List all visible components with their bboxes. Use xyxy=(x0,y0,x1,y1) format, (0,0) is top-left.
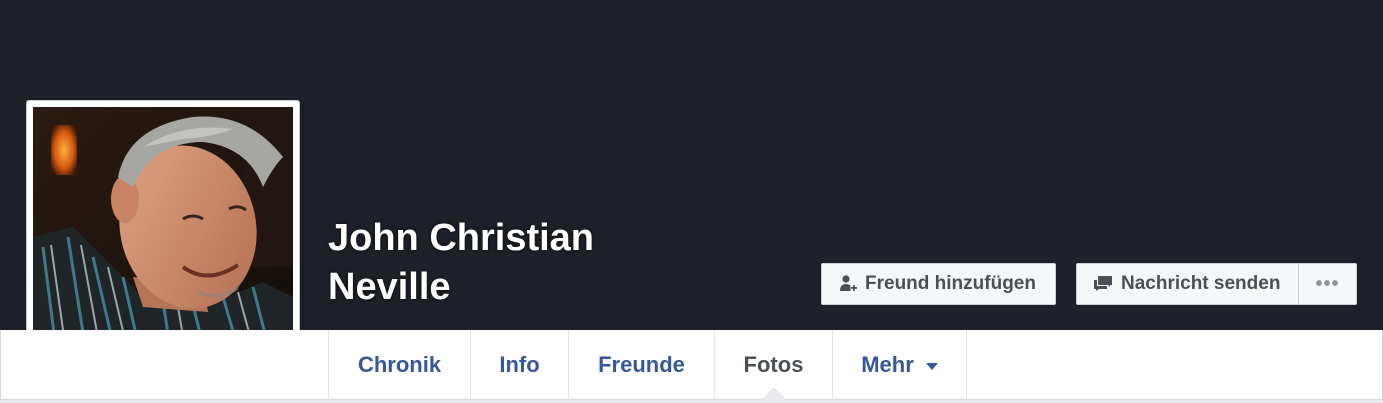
more-options-button[interactable]: ••• xyxy=(1298,263,1357,305)
profile-name-line1: John Christian xyxy=(328,217,595,259)
tab-chronik-label: Chronik xyxy=(357,352,442,377)
tab-chronik[interactable]: Chronik xyxy=(329,330,471,400)
tab-mehr[interactable]: Mehr xyxy=(833,330,967,400)
tab-freunde[interactable]: Freunde xyxy=(569,330,715,400)
chevron-down-icon xyxy=(925,362,938,370)
profile-name-line2: Neville xyxy=(328,266,451,308)
message-icon xyxy=(1093,275,1113,293)
tab-freunde-label: Freunde xyxy=(598,352,685,377)
tab-fotos-label: Fotos xyxy=(743,352,804,377)
add-friend-button[interactable]: Freund hinzufügen xyxy=(821,263,1056,305)
tab-mehr-label: Mehr xyxy=(861,352,914,377)
send-message-button[interactable]: Nachricht senden xyxy=(1076,263,1299,305)
profile-photo-image xyxy=(33,107,293,365)
tab-fotos[interactable]: Fotos xyxy=(715,330,833,401)
profile-header: John Christian Neville Freund hinzufügen… xyxy=(0,0,1383,403)
profile-tabs: Chronik Info Freunde Fotos Mehr xyxy=(328,330,967,401)
more-options-icon: ••• xyxy=(1315,272,1340,295)
profile-name[interactable]: John Christian Neville xyxy=(328,214,688,312)
profile-nav-bar: Chronik Info Freunde Fotos Mehr xyxy=(0,330,1383,401)
send-message-label: Nachricht senden xyxy=(1121,273,1281,294)
add-friend-label: Freund hinzufügen xyxy=(865,273,1036,294)
tab-info-label: Info xyxy=(499,352,540,377)
profile-picture[interactable] xyxy=(33,107,293,365)
add-friend-icon xyxy=(839,274,857,294)
tab-info[interactable]: Info xyxy=(471,330,569,400)
